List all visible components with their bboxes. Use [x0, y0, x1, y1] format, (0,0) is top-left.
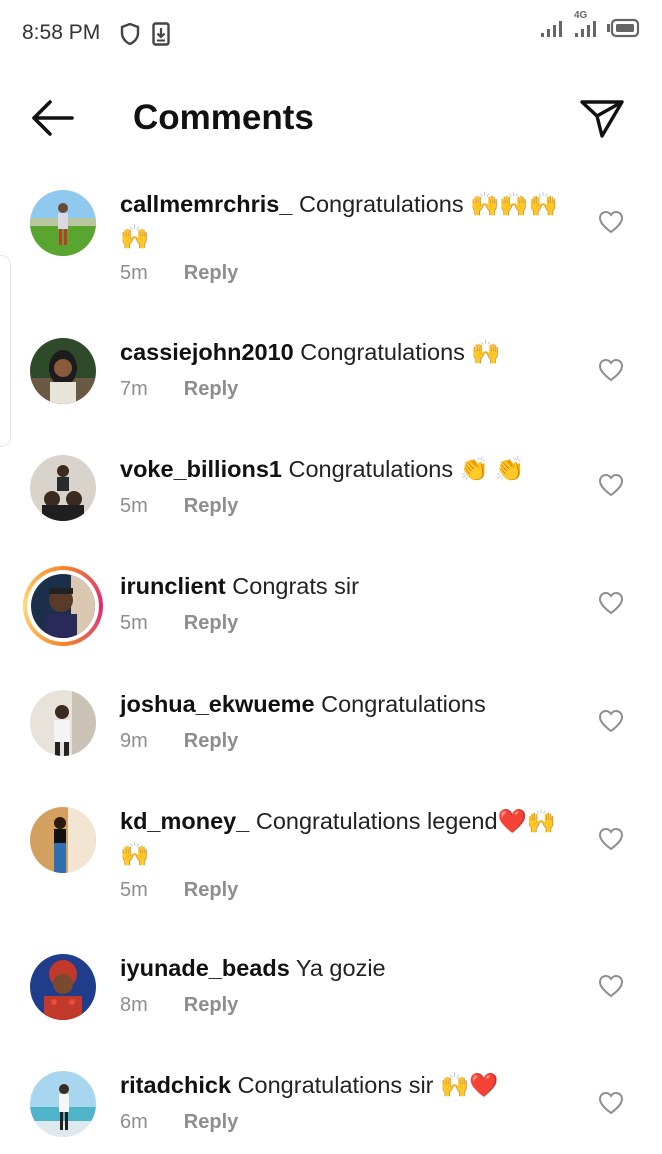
download-icon [152, 22, 170, 51]
comment-body: Ya gozie [295, 955, 386, 981]
back-button[interactable] [28, 98, 76, 138]
like-button[interactable] [598, 827, 624, 851]
comment-username[interactable]: cassiejohn2010 [120, 339, 294, 365]
heart-icon [598, 827, 624, 851]
heart-icon [598, 210, 624, 234]
comment-text-block: callmemrchris_ Congratulations 🙌🙌🙌🙌 [120, 188, 560, 254]
reply-button[interactable]: Reply [184, 262, 238, 285]
reply-button[interactable]: Reply [184, 612, 238, 635]
comment-username[interactable]: irunclient [120, 573, 226, 599]
like-button[interactable] [598, 591, 624, 615]
header: Comments [0, 70, 662, 166]
comment-text-block: irunclient Congrats sir [120, 570, 560, 603]
send-icon [580, 100, 624, 138]
status-right-icons: 4G [540, 10, 640, 43]
comment-text-block: cassiejohn2010 Congratulations 🙌 [120, 336, 560, 369]
battery-icon [606, 18, 640, 43]
status-left-icons [120, 22, 170, 51]
comment-username[interactable]: iyunade_beads [120, 955, 290, 981]
comment-meta: 5m Reply [120, 495, 238, 518]
comment-time: 5m [120, 879, 148, 901]
avatar[interactable] [30, 954, 96, 1020]
network-label: 4G [574, 10, 588, 21]
heart-icon [598, 473, 624, 497]
avatar[interactable] [30, 338, 96, 404]
like-button[interactable] [598, 1091, 624, 1115]
reply-button[interactable]: Reply [184, 1111, 238, 1134]
like-button[interactable] [598, 473, 624, 497]
heart-icon [598, 591, 624, 615]
comment-time: 8m [120, 994, 148, 1016]
signal-icon [540, 18, 566, 43]
comment-body: Congratulations [321, 691, 486, 717]
comment-text-block: ritadchick Congratulations sir 🙌❤️ [120, 1069, 560, 1102]
avatar[interactable] [30, 690, 96, 756]
comment-text-block: iyunade_beads Ya gozie [120, 952, 560, 985]
heart-icon [598, 709, 624, 733]
comment-text-block: voke_billions1 Congratulations 👏 👏 [120, 453, 560, 486]
comment-time: 6m [120, 1111, 148, 1133]
avatar[interactable] [30, 807, 96, 873]
comment-time: 7m [120, 378, 148, 400]
avatar-story-ring[interactable] [23, 566, 103, 646]
heart-icon [598, 1091, 624, 1115]
comment-time: 5m [120, 612, 148, 634]
status-bar: 8:58 PM 4G [0, 0, 662, 66]
comment-username[interactable]: voke_billions1 [120, 456, 282, 482]
status-time: 8:58 PM [22, 21, 101, 44]
comment-time: 9m [120, 730, 148, 752]
avatar[interactable] [30, 455, 96, 521]
heart-icon [598, 358, 624, 382]
comment-meta: 7m Reply [120, 378, 238, 401]
comment-meta: 5m Reply [120, 879, 238, 902]
comment-body: Congrats sir [232, 573, 359, 599]
share-button[interactable] [578, 96, 626, 140]
comment-meta: 5m Reply [120, 262, 238, 285]
shield-icon [120, 22, 140, 50]
comment-username[interactable]: joshua_ekwueme [120, 691, 315, 717]
comment-time: 5m [120, 262, 148, 284]
comment-username[interactable]: callmemrchris_ [120, 191, 292, 217]
like-button[interactable] [598, 210, 624, 234]
reply-button[interactable]: Reply [184, 730, 238, 753]
comment-text-block: joshua_ekwueme Congratulations [120, 688, 560, 721]
like-button[interactable] [598, 974, 624, 998]
heart-icon [598, 974, 624, 998]
reply-button[interactable]: Reply [184, 495, 238, 518]
reply-button[interactable]: Reply [184, 378, 238, 401]
comment-body: Congratulations 👏 👏 [288, 456, 525, 482]
comment-username[interactable]: kd_money_ [120, 808, 249, 834]
comment-meta: 6m Reply [120, 1111, 238, 1134]
edge-handle[interactable] [0, 255, 11, 447]
comment-body: Congratulations 🙌 [300, 339, 501, 365]
like-button[interactable] [598, 709, 624, 733]
signal-4g-icon: 4G [574, 10, 598, 43]
comment-username[interactable]: ritadchick [120, 1072, 231, 1098]
avatar[interactable] [30, 1071, 96, 1137]
back-arrow-icon [32, 100, 74, 136]
avatar [27, 570, 99, 642]
reply-button[interactable]: Reply [184, 994, 238, 1017]
comment-text-block: kd_money_ Congratulations legend❤️🙌🙌 [120, 805, 560, 871]
comment-meta: 9m Reply [120, 730, 238, 753]
comment-body: Congratulations sir 🙌❤️ [237, 1072, 499, 1098]
comment-meta: 5m Reply [120, 612, 238, 635]
like-button[interactable] [598, 358, 624, 382]
reply-button[interactable]: Reply [184, 879, 238, 902]
comment-time: 5m [120, 495, 148, 517]
page-title: Comments [133, 98, 314, 137]
comment-meta: 8m Reply [120, 994, 238, 1017]
avatar[interactable] [30, 190, 96, 256]
